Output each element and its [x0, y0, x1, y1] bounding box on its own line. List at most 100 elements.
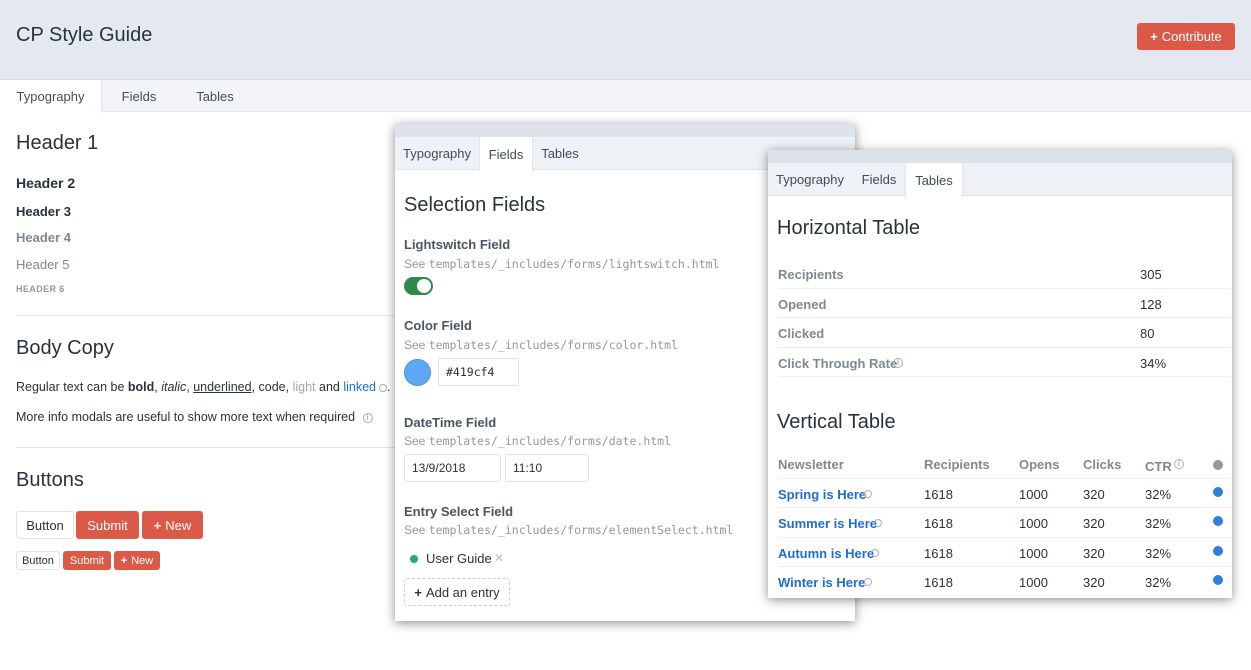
- globe-icon[interactable]: [1213, 545, 1223, 556]
- datetime-label: DateTime Field: [404, 415, 497, 430]
- newsletter-link[interactable]: Summer is Here: [778, 516, 877, 531]
- table-row: Summer is Here 1618 1000 320 32%: [778, 508, 1231, 538]
- tab-typography[interactable]: Typography: [0, 80, 102, 113]
- globe-icon[interactable]: [1213, 516, 1223, 526]
- time-input[interactable]: 11:10: [505, 454, 589, 482]
- header-3: Header 3: [16, 204, 71, 219]
- text-underlined: underlined: [193, 380, 252, 394]
- default-button[interactable]: Button: [16, 511, 74, 539]
- header-4: Header 4: [16, 230, 71, 245]
- column-header: Opens: [1019, 457, 1060, 472]
- vertical-table-heading: Vertical Table: [777, 411, 896, 433]
- plus-icon: +: [414, 584, 422, 600]
- hint-see: See: [404, 434, 429, 448]
- row-label: Recipients: [778, 267, 844, 282]
- submit-button[interactable]: Submit: [76, 511, 139, 539]
- tab-fields[interactable]: Fields: [479, 137, 533, 171]
- text-and: and: [315, 380, 344, 394]
- lightswitch-label: Lightswitch Field: [404, 237, 511, 252]
- column-header: Newsletter: [778, 457, 844, 472]
- tab-typography[interactable]: Typography: [395, 137, 479, 170]
- divider: [16, 447, 396, 448]
- panel-header-bar: [768, 150, 1232, 163]
- clicks-cell: 320: [1083, 486, 1105, 502]
- external-link-icon: [864, 489, 872, 498]
- opens-cell: 1000: [1019, 575, 1048, 590]
- page-header: CP Style Guide + Contribute: [0, 0, 1251, 80]
- tab-fields[interactable]: Fields: [102, 80, 176, 112]
- add-entry-button[interactable]: + Add an entry: [404, 578, 510, 606]
- hint-path: templates/_includes/forms/elementSelect.…: [428, 523, 734, 537]
- recipients-cell: 1618: [924, 516, 953, 531]
- status-dot-icon: [410, 555, 418, 563]
- small-default-button[interactable]: Button: [16, 551, 60, 570]
- text-link[interactable]: linked: [343, 380, 376, 394]
- date-input[interactable]: 13/9/2018: [404, 454, 501, 482]
- tables-panel-tabs: Typography Fields Tables: [768, 163, 1232, 197]
- external-link-icon: [864, 578, 872, 586]
- entry-select-hint: See templates/_includes/forms/elementSel…: [404, 523, 733, 537]
- main-tab-bar: Typography Fields Tables: [0, 80, 1251, 113]
- info-icon[interactable]: i: [362, 412, 373, 423]
- info-text: More info modals are useful to show more…: [16, 410, 356, 424]
- globe-icon[interactable]: [1213, 575, 1223, 585]
- divider: [16, 315, 396, 316]
- clicks-cell: 320: [1083, 545, 1105, 561]
- opens-cell: 1000: [1019, 545, 1048, 561]
- tab-tables[interactable]: Tables: [533, 137, 587, 170]
- small-submit-button[interactable]: Submit: [63, 551, 111, 570]
- globe-icon[interactable]: [1213, 486, 1223, 497]
- new-button-label: New: [131, 554, 154, 567]
- row-value: 80: [1140, 326, 1155, 341]
- info-icon[interactable]: i: [893, 357, 903, 368]
- row-value: 128: [1140, 296, 1162, 312]
- column-header: Recipients: [924, 457, 990, 472]
- row-label: Clicked: [778, 326, 825, 341]
- horizontal-table-heading: Horizontal Table: [777, 217, 921, 239]
- tab-tables[interactable]: Tables: [905, 163, 963, 197]
- page-title: CP Style Guide: [16, 24, 153, 46]
- external-link-icon: [379, 383, 388, 392]
- info-icon[interactable]: i: [1174, 459, 1184, 469]
- selected-entry[interactable]: User Guide: [426, 551, 492, 566]
- table-row: Spring is Here 1618 1000 320 32%: [778, 479, 1231, 508]
- tab-fields[interactable]: Fields: [852, 163, 906, 196]
- table-header-row: Newsletter Recipients Opens Clicks CTR i: [778, 449, 1231, 479]
- external-link-icon: [874, 519, 882, 527]
- tab-typography[interactable]: Typography: [768, 163, 852, 196]
- lightswitch-hint: See templates/_includes/forms/lightswitc…: [404, 257, 719, 271]
- add-entry-label: Add an entry: [425, 584, 500, 600]
- external-link-icon: [871, 548, 879, 557]
- text-period: .: [387, 380, 391, 394]
- text-light: light: [292, 380, 316, 394]
- color-swatch[interactable]: [404, 359, 431, 386]
- text-bold: bold: [127, 380, 155, 394]
- row-value: 34%: [1140, 355, 1167, 371]
- opens-cell: 1000: [1019, 486, 1048, 502]
- tab-tables[interactable]: Tables: [176, 80, 254, 112]
- selection-fields-heading: Selection Fields: [404, 194, 546, 216]
- recipients-cell: 1618: [924, 575, 953, 590]
- ctr-cell: 32%: [1145, 516, 1172, 531]
- text-italic: italic: [161, 380, 187, 394]
- new-button[interactable]: + New: [142, 511, 203, 539]
- opens-cell: 1000: [1019, 516, 1048, 531]
- plus-icon: +: [1150, 29, 1158, 44]
- newsletter-link[interactable]: Winter is Here: [778, 575, 865, 590]
- recipients-cell: 1618: [924, 545, 953, 561]
- contribute-button[interactable]: + Contribute: [1137, 23, 1235, 50]
- table-row: Winter is Here 1618 1000 320 32%: [778, 567, 1231, 597]
- ctr-cell: 32%: [1145, 486, 1172, 502]
- remove-icon[interactable]: ✕: [494, 551, 504, 565]
- lightswitch-knob: [417, 279, 431, 293]
- small-new-button[interactable]: + New: [114, 551, 160, 570]
- ctr-cell: 32%: [1145, 575, 1172, 590]
- lightswitch-toggle[interactable]: [404, 277, 433, 295]
- newsletter-link[interactable]: Spring is Here: [778, 487, 866, 502]
- newsletter-link[interactable]: Autumn is Here: [778, 546, 874, 561]
- contribute-label: Contribute: [1161, 29, 1222, 44]
- plus-icon: +: [153, 517, 162, 533]
- globe-icon: [1213, 460, 1223, 470]
- info-text-row: More info modals are useful to show more…: [16, 410, 373, 424]
- color-input[interactable]: #419cf4: [438, 358, 519, 386]
